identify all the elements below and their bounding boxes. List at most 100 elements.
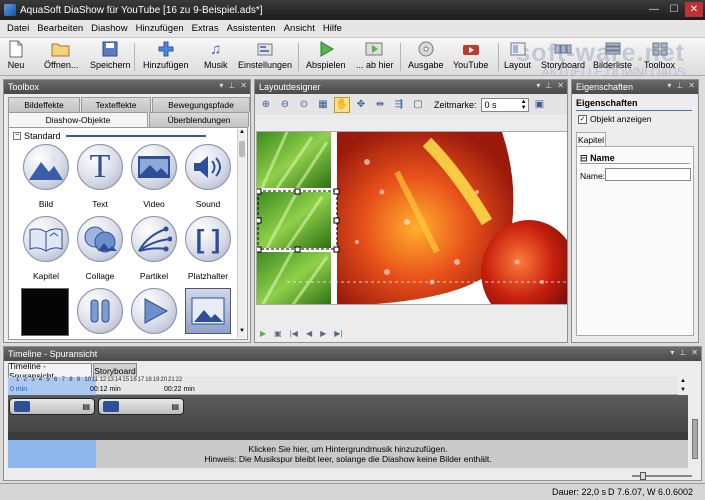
object-black-background[interactable] [21, 288, 69, 336]
collapse-icon[interactable]: − [13, 132, 21, 140]
object-pause[interactable] [73, 288, 127, 334]
object-kapitel[interactable]: Kapitel [19, 216, 73, 281]
close-icon[interactable]: ✕ [240, 81, 247, 90]
menu-diashow[interactable]: Diashow [87, 23, 131, 34]
close-icon[interactable]: ✕ [691, 348, 698, 357]
dropdown-icon[interactable]: ▾ [670, 348, 674, 357]
menu-extras[interactable]: Extras [188, 23, 223, 34]
image-list-button[interactable]: Bilderliste [593, 40, 632, 74]
pin-icon[interactable]: ⊥ [545, 81, 552, 90]
frame-icon[interactable]: ▢ [410, 97, 426, 113]
move-icon[interactable]: ✥ [353, 97, 369, 113]
dropdown-icon[interactable]: ▾ [667, 81, 671, 90]
object-frame[interactable] [181, 288, 235, 334]
tab-storyboard[interactable]: Storyboard [93, 363, 137, 377]
menu-ansicht[interactable]: Ansicht [280, 23, 319, 34]
music-hint: Klicken Sie hier, um Hintergrundmusik hi… [8, 444, 688, 464]
zoom-slider-thumb[interactable] [640, 472, 646, 480]
music-button[interactable]: ♫ Musik [204, 40, 228, 74]
clip-menu-icon[interactable]: ▤ [82, 402, 90, 411]
effect-track[interactable] [8, 432, 688, 440]
pin-icon[interactable]: ⊥ [676, 81, 683, 90]
menu-hinzufuegen[interactable]: Hinzufügen [132, 23, 188, 34]
tab-bewegungspfade[interactable]: Bewegungspfade [152, 97, 250, 112]
scrollbar-thumb[interactable] [239, 141, 245, 157]
dropdown-icon[interactable]: ▾ [219, 81, 223, 90]
zeitmarke-input[interactable]: 0 s ▲ ▼ [480, 97, 529, 112]
vertical-zoom-slider[interactable] [692, 419, 698, 459]
scroll-up-icon[interactable]: ▲ [238, 129, 246, 139]
clip-menu-icon[interactable]: ▤ [171, 402, 179, 411]
object-flash-video[interactable] [127, 288, 181, 334]
youtube-button[interactable]: YouTube [453, 40, 488, 74]
open-button[interactable]: Öffnen... [44, 40, 78, 74]
maximize-button[interactable]: ☐ [665, 2, 683, 17]
layout-preview-stage[interactable] [256, 131, 567, 305]
play-from-here-label: ... ab hier [356, 60, 394, 70]
timeline-clip-2[interactable]: ▤ [98, 398, 184, 415]
object-sound[interactable]: Sound [181, 144, 235, 209]
menu-bearbeiten[interactable]: Bearbeiten [33, 23, 87, 34]
distribute-icon[interactable]: ⇶ [391, 97, 407, 113]
close-icon[interactable]: ✕ [557, 81, 564, 90]
zoom-slider[interactable] [632, 472, 692, 480]
checkbox-checked-icon[interactable]: ✓ [578, 114, 587, 124]
skip-end-icon[interactable]: ▶| [334, 329, 342, 338]
object-video[interactable]: Video [127, 144, 181, 209]
storyboard-button[interactable]: Storyboard [541, 40, 585, 74]
toolbox-button[interactable]: Toolbox [644, 40, 675, 74]
tab-bildeffekte[interactable]: Bildeffekte [8, 97, 80, 112]
output-button[interactable]: Ausgabe [408, 40, 444, 74]
tab-texteffekte[interactable]: Texteffekte [81, 97, 151, 112]
play-from-here-button[interactable]: ... ab hier [356, 40, 394, 74]
dropdown-icon[interactable]: ▾ [536, 81, 540, 90]
timeline-ruler[interactable]: 1 2 3 4 5 6 7 8 9 10 11 12 13 14 15 16 17 18 19 20 21 22 0 mi… [8, 377, 688, 395]
zoom-in-icon[interactable]: ⊕ [258, 97, 274, 113]
add-button[interactable]: Hinzufügen [143, 40, 189, 74]
tab-kapitel[interactable]: Kapitel [576, 132, 606, 147]
object-bild[interactable]: Bild [19, 144, 73, 209]
select-tool-icon[interactable]: ✋ [334, 96, 350, 113]
new-button[interactable]: Neu [6, 40, 26, 74]
save-button[interactable]: Speichern [90, 40, 131, 74]
minimize-button[interactable]: — [645, 2, 663, 17]
ruler-scroll[interactable]: ▲ ▼ [678, 377, 688, 395]
zoom-fit-icon[interactable]: ⊙ [296, 97, 312, 113]
tab-timeline-spuransicht[interactable]: Timeline - Spuransicht [8, 361, 92, 381]
object-collage[interactable]: Collage [73, 216, 127, 281]
skip-start-icon[interactable]: |◀ [290, 329, 298, 338]
name-input[interactable] [605, 168, 691, 181]
scroll-down-icon[interactable]: ▼ [238, 328, 246, 338]
step-back-icon[interactable]: ◀ [306, 329, 312, 338]
music-track[interactable]: Klicken Sie hier, um Hintergrundmusik hi… [8, 440, 688, 468]
pin-icon[interactable]: ⊥ [679, 348, 686, 357]
toolbox-scrollbar[interactable]: ▲ ▼ [237, 129, 246, 338]
menu-hilfe[interactable]: Hilfe [319, 23, 346, 34]
close-icon[interactable]: ✕ [688, 81, 695, 90]
zoom-out-icon[interactable]: ⊖ [277, 97, 293, 113]
preview-icon[interactable]: ▣ [274, 329, 282, 338]
object-text[interactable]: T Text [73, 144, 127, 209]
align-icon[interactable]: ⇹ [372, 97, 388, 113]
settings-button[interactable]: Einstellungen [238, 40, 292, 74]
menu-assistenten[interactable]: Assistenten [223, 23, 280, 34]
play-button[interactable]: Abspielen [306, 40, 346, 74]
tab-ueberblendungen[interactable]: Überblendungen [149, 112, 249, 127]
timeline-clip-1[interactable]: ▤ [9, 398, 95, 415]
object-platzhalter[interactable]: [ ] Platzhalter [181, 216, 235, 281]
group-standard[interactable]: − Standard [13, 131, 206, 141]
save-layout-icon[interactable]: ▣ [532, 97, 548, 113]
collapse-icon[interactable]: ⊟ [580, 153, 588, 163]
show-object-checkbox[interactable]: ✓ Objekt anzeigen [578, 114, 651, 124]
close-button[interactable]: ✕ [685, 2, 703, 17]
layout-button[interactable]: Layout [504, 40, 531, 74]
pin-icon[interactable]: ⊥ [228, 81, 235, 90]
menu-datei[interactable]: Datei [3, 23, 33, 34]
image-track[interactable]: ▤ ▤ [8, 395, 688, 432]
step-forward-icon[interactable]: ▶ [320, 329, 326, 338]
grid-icon[interactable]: ▦ [315, 97, 331, 113]
play-icon[interactable]: ▶ [260, 329, 266, 338]
object-partikel[interactable]: Partikel [127, 216, 181, 281]
spin-icon[interactable]: ▲ ▼ [521, 99, 527, 111]
tab-diashow-objekte[interactable]: Diashow-Objekte [8, 112, 148, 127]
